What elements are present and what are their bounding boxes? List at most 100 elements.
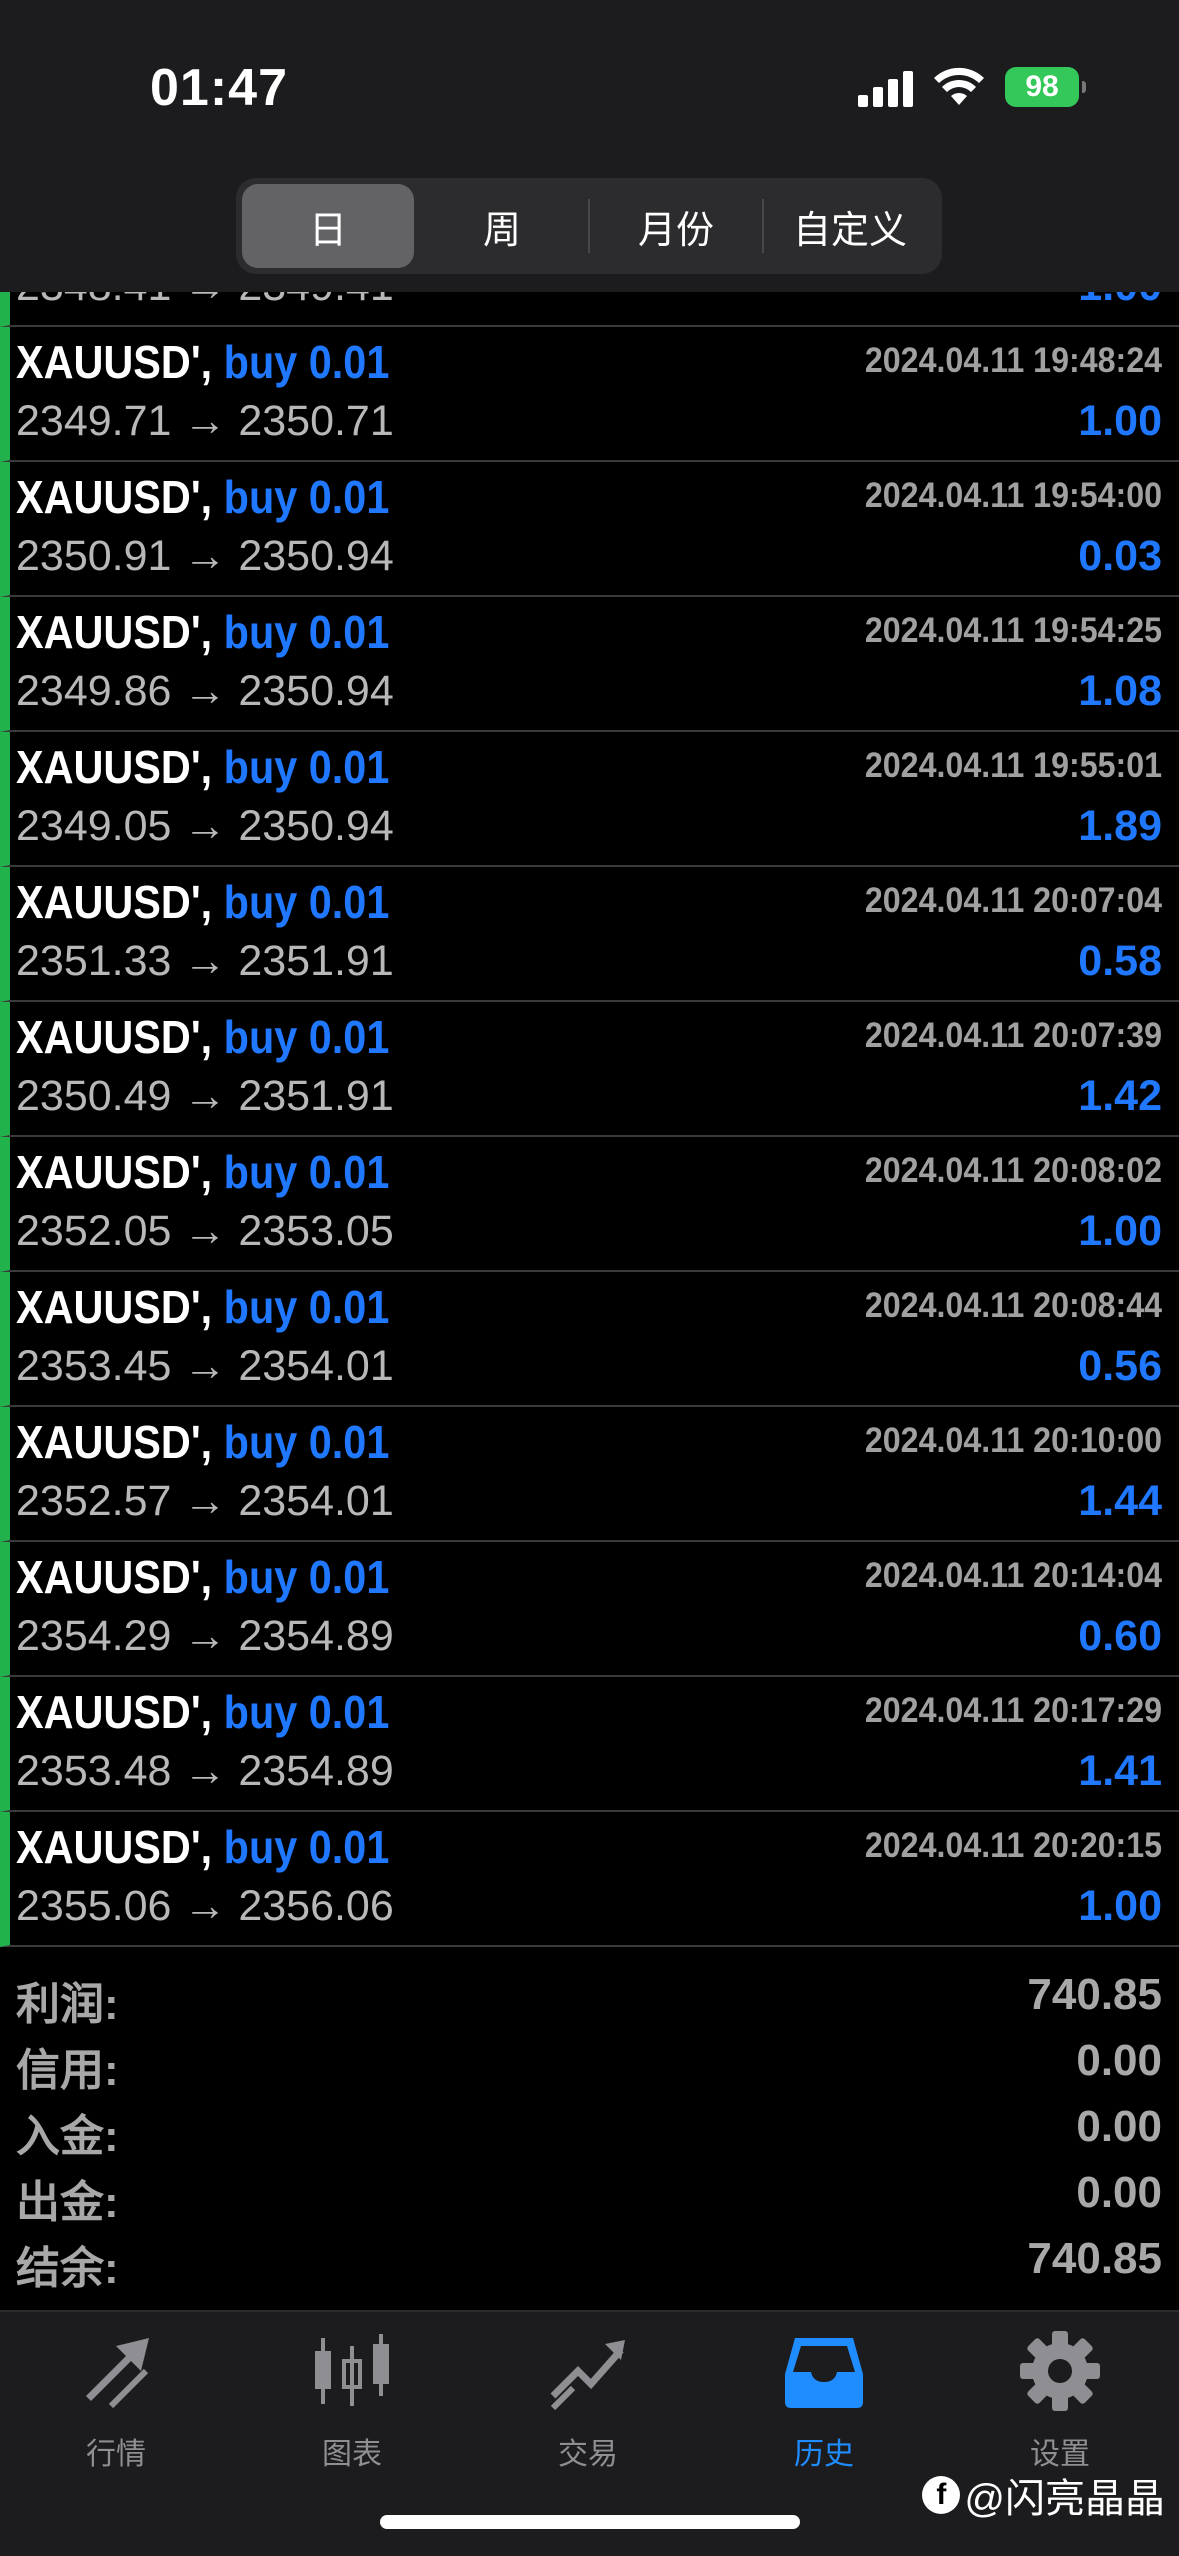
trade-time: 2024.04.11 20:20:15 (864, 1826, 1162, 1865)
battery-icon: 98 (1005, 67, 1086, 107)
trade-symbol: XAUUSD', buy 0.01 (16, 1685, 389, 1739)
trade-profit: 1.42 (1078, 1072, 1162, 1120)
trade-time: 2024.04.11 20:10:00 (864, 1421, 1162, 1460)
trade-side-volume: buy 0.01 (223, 471, 390, 523)
trade-symbol: XAUUSD', buy 0.01 (16, 1415, 389, 1469)
trade-time: 2024.04.11 19:55:01 (864, 746, 1162, 785)
trade-symbol: XAUUSD', buy 0.01 (16, 1145, 389, 1199)
trade-row[interactable]: XAUUSD', buy 0.01 2024.04.11 19:54:00 2350… (0, 462, 1179, 597)
tab-trade[interactable]: 交易 (488, 2326, 688, 2476)
candlestick-chart-icon (315, 2334, 389, 2406)
symbol-name: XAUUSD', (16, 606, 213, 658)
trade-prices: 2352.05 → 2353.05 (16, 1207, 394, 1255)
trade-profit: 1.00 (1078, 1882, 1162, 1930)
status-time: 01:47 (150, 59, 288, 117)
gear-icon (1020, 2331, 1100, 2411)
trade-side-volume: buy 0.01 (223, 1011, 390, 1063)
segment-month[interactable]: 月份 (590, 184, 762, 268)
symbol-name: XAUUSD', (16, 741, 213, 793)
trade-row[interactable]: XAUUSD', buy 0.01 2024.04.11 20:07:39 2350… (0, 1002, 1179, 1137)
trade-side-volume: buy 0.01 (223, 1686, 390, 1738)
trade-row[interactable]: XAUUSD', buy 0.01 2024.04.11 20:08:44 2353… (0, 1272, 1179, 1407)
trade-prices: 2349.71 → 2350.71 (16, 397, 394, 445)
trade-prices: 2355.06 → 2356.06 (16, 1882, 394, 1930)
trade-profit: 1.41 (1078, 1747, 1162, 1795)
status-icons: 98 (858, 64, 1086, 110)
summary-row-deposit: 入金: 0.00 (0, 2096, 1179, 2162)
summary-label: 出金: (16, 2178, 119, 2227)
trade-time: 2024.04.11 20:08:02 (864, 1151, 1162, 1190)
segment-week[interactable]: 周 (416, 184, 588, 268)
trade-time: 2024.04.11 19:48:24 (864, 341, 1162, 380)
history-list[interactable]: 2348.41 → 2349.41 1.00 XAUUSD', buy 0.01… (0, 292, 1179, 1947)
trade-profit: 1.89 (1078, 802, 1162, 850)
trade-row[interactable]: XAUUSD', buy 0.01 2024.04.11 20:17:29 2353… (0, 1677, 1179, 1812)
tab-settings[interactable]: 设置 (960, 2326, 1160, 2476)
watermark-text: @闪亮晶晶 (964, 2477, 1165, 2521)
summary-value: 0.00 (1076, 2102, 1162, 2151)
summary-value: 740.85 (1027, 1970, 1162, 2019)
segment-day[interactable]: 日 (242, 184, 414, 268)
trade-trend-icon (550, 2340, 625, 2411)
trade-time: 2024.04.11 19:54:25 (864, 611, 1162, 650)
cellular-signal-icon (858, 67, 913, 107)
trade-prices: 2348.41 → 2349.41 (16, 292, 394, 311)
trade-profit: 0.56 (1078, 1342, 1162, 1390)
trade-prices: 2353.45 → 2354.01 (16, 1342, 394, 1390)
trade-time: 2024.04.11 20:14:04 (864, 1556, 1162, 1595)
trade-symbol: XAUUSD', buy 0.01 (16, 1280, 389, 1334)
account-summary: 利润: 740.85 信用: 0.00 入金: 0.00 出金: 0.00 结余… (0, 1964, 1179, 2294)
trade-symbol: XAUUSD', buy 0.01 (16, 740, 389, 794)
symbol-name: XAUUSD', (16, 1686, 213, 1738)
trade-side-volume: buy 0.01 (223, 1416, 390, 1468)
trade-symbol: XAUUSD', buy 0.01 (16, 1010, 389, 1064)
trade-prices: 2350.49 → 2351.91 (16, 1072, 394, 1120)
tab-label: 行情 (86, 2438, 146, 2471)
trade-prices: 2352.57 → 2354.01 (16, 1477, 394, 1525)
list-item-partial[interactable]: 2348.41 → 2349.41 1.00 (0, 292, 1179, 327)
trade-prices: 2350.91 → 2350.94 (16, 532, 394, 580)
summary-label: 结余: (16, 2244, 119, 2293)
symbol-name: XAUUSD', (16, 336, 213, 388)
tab-quotes[interactable]: 行情 (16, 2326, 216, 2476)
trade-prices: 2354.29 → 2354.89 (16, 1612, 394, 1660)
trade-prices: 2353.48 → 2354.89 (16, 1747, 394, 1795)
tab-label: 图表 (322, 2438, 382, 2471)
trade-profit: 1.00 (1078, 397, 1162, 445)
trade-time: 2024.04.11 20:08:44 (864, 1286, 1162, 1325)
trade-row[interactable]: XAUUSD', buy 0.01 2024.04.11 20:14:04 2354… (0, 1542, 1179, 1677)
tab-label: 历史 (794, 2438, 854, 2471)
trade-time: 2024.04.11 20:07:04 (864, 881, 1162, 920)
trade-row[interactable]: XAUUSD', buy 0.01 2024.04.11 20:20:15 2355… (0, 1812, 1179, 1947)
trade-row[interactable]: XAUUSD', buy 0.01 2024.04.11 20:07:04 2351… (0, 867, 1179, 1002)
trade-time: 2024.04.11 20:07:39 (864, 1016, 1162, 1055)
history-inbox-icon (785, 2338, 863, 2408)
trade-row[interactable]: XAUUSD', buy 0.01 2024.04.11 19:48:24 2349… (0, 327, 1179, 462)
trade-row[interactable]: XAUUSD', buy 0.01 2024.04.11 20:08:02 2352… (0, 1137, 1179, 1272)
tab-chart[interactable]: 图表 (252, 2326, 452, 2476)
symbol-name: XAUUSD', (16, 1821, 213, 1873)
trade-prices: 2349.86 → 2350.94 (16, 667, 394, 715)
trade-row[interactable]: XAUUSD', buy 0.01 2024.04.11 19:54:25 2349… (0, 597, 1179, 732)
trade-profit: 0.03 (1078, 532, 1162, 580)
tab-history[interactable]: 历史 (724, 2326, 924, 2476)
trade-profit: 1.00 (1078, 1207, 1162, 1255)
trade-time: 2024.04.11 19:54:00 (864, 476, 1162, 515)
segment-custom[interactable]: 自定义 (764, 184, 936, 268)
trade-side-volume: buy 0.01 (223, 876, 390, 928)
trade-symbol: XAUUSD', buy 0.01 (16, 605, 389, 659)
trade-profit: 1.44 (1078, 1477, 1162, 1525)
summary-value: 0.00 (1076, 2168, 1162, 2217)
summary-row-balance: 结余: 740.85 (0, 2228, 1179, 2294)
trade-row[interactable]: XAUUSD', buy 0.01 2024.04.11 20:10:00 2352… (0, 1407, 1179, 1542)
symbol-name: XAUUSD', (16, 1281, 213, 1333)
trade-symbol: XAUUSD', buy 0.01 (16, 875, 389, 929)
trade-side-volume: buy 0.01 (223, 741, 390, 793)
summary-label: 信用: (16, 2046, 119, 2095)
summary-label: 利润: (16, 1980, 119, 2029)
trade-profit: 1.00 (1078, 292, 1162, 311)
symbol-name: XAUUSD', (16, 1416, 213, 1468)
summary-row-profit: 利润: 740.85 (0, 1964, 1179, 2030)
symbol-name: XAUUSD', (16, 1551, 213, 1603)
trade-row[interactable]: XAUUSD', buy 0.01 2024.04.11 19:55:01 2349… (0, 732, 1179, 867)
